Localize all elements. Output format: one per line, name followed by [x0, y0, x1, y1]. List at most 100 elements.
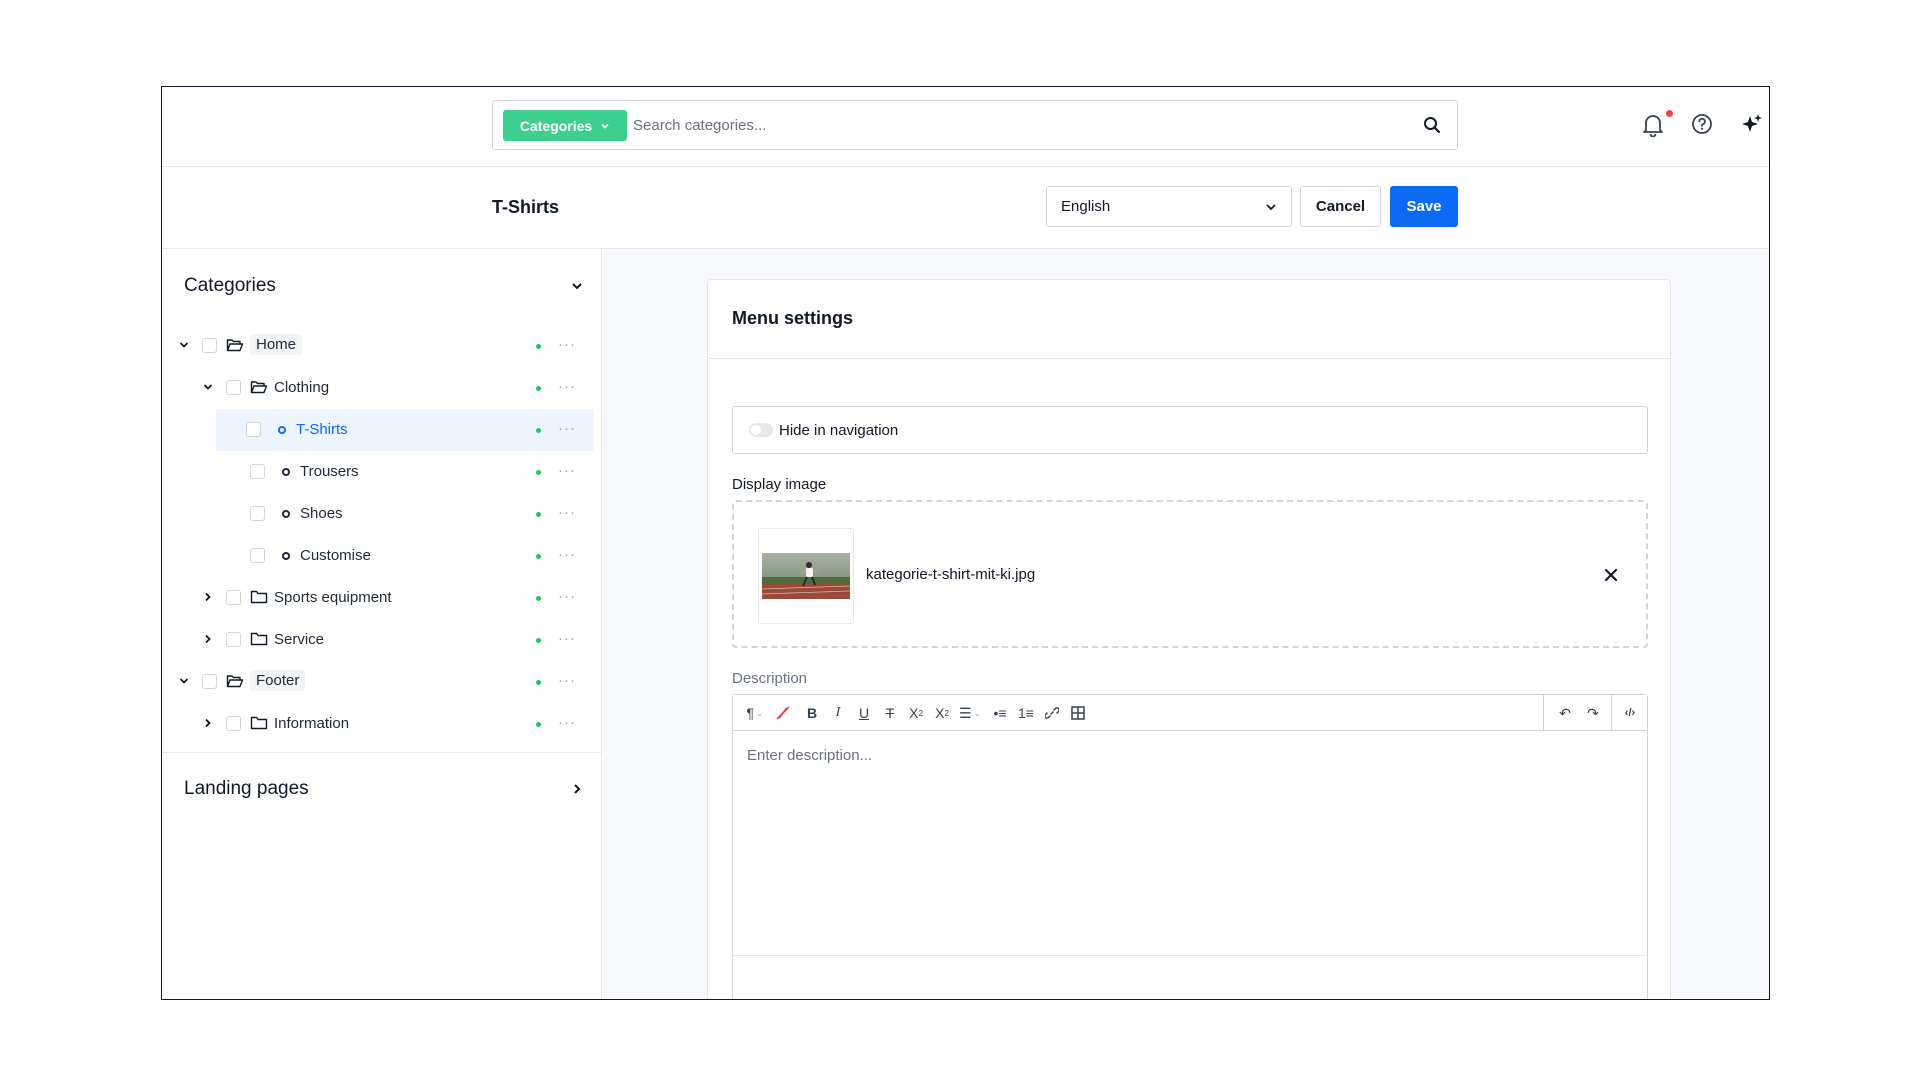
- help-icon[interactable]: [1691, 113, 1713, 135]
- categories-section-title: Categories: [184, 275, 276, 296]
- image-dropzone[interactable]: kategorie-t-shirt-mit-ki.jpg: [732, 500, 1648, 648]
- tree-checkbox[interactable]: [226, 716, 241, 731]
- tree-item-shoes[interactable]: Shoes ···: [166, 493, 598, 535]
- tree-item-information[interactable]: Information ···: [166, 703, 598, 745]
- page-header: T-Shirts English Cancel Save: [162, 167, 1769, 249]
- chevron-down-icon[interactable]: [178, 675, 190, 687]
- close-icon[interactable]: [1604, 568, 1618, 582]
- status-dot: [536, 680, 541, 685]
- category-filter-label: Categories: [519, 117, 593, 134]
- underline-icon[interactable]: U: [851, 695, 877, 731]
- tree-checkbox[interactable]: [226, 632, 241, 647]
- tree-item-t-shirts[interactable]: T-Shirts ···: [216, 409, 594, 451]
- leaf-bullet-icon: [282, 552, 290, 560]
- tree-item-home[interactable]: Home ···: [166, 325, 598, 367]
- chevron-right-icon[interactable]: [202, 591, 214, 603]
- undo-icon[interactable]: ↶: [1551, 695, 1579, 731]
- category-filter-button[interactable]: Categories: [503, 110, 627, 141]
- more-options-icon[interactable]: ···: [558, 672, 576, 689]
- categories-section-header[interactable]: Categories: [184, 275, 584, 297]
- more-options-icon[interactable]: ···: [558, 336, 576, 353]
- sidebar-divider: [162, 752, 602, 753]
- strikethrough-icon[interactable]: T: [877, 695, 903, 731]
- description-placeholder[interactable]: Enter description...: [747, 747, 872, 764]
- table-icon[interactable]: [1065, 695, 1091, 731]
- bell-icon[interactable]: [1642, 113, 1664, 137]
- more-options-icon[interactable]: ···: [558, 546, 576, 563]
- superscript-icon[interactable]: X2: [903, 695, 929, 731]
- tree-item-label: Information: [274, 715, 350, 732]
- more-options-icon[interactable]: ···: [558, 504, 576, 521]
- chevron-right-icon[interactable]: [570, 782, 584, 796]
- status-dot: [536, 470, 541, 475]
- tree-item-customise[interactable]: Customise ···: [166, 535, 598, 577]
- tree-item-label: T-Shirts: [296, 421, 348, 438]
- ai-sparkle-icon[interactable]: [1741, 113, 1763, 135]
- italic-icon[interactable]: I: [825, 695, 851, 731]
- status-dot: [536, 428, 541, 433]
- tree-item-clothing[interactable]: Clothing ···: [166, 367, 598, 409]
- card-title: Menu settings: [732, 308, 854, 328]
- search-input[interactable]: [633, 110, 1393, 141]
- tree-item-sports-equipment[interactable]: Sports equipment ···: [166, 577, 598, 619]
- folder-icon: [250, 590, 268, 604]
- hide-in-navigation-toggle[interactable]: [749, 423, 773, 437]
- tree-checkbox[interactable]: [226, 380, 241, 395]
- chevron-right-icon[interactable]: [202, 633, 214, 645]
- top-bar: Categories: [162, 87, 1769, 167]
- description-label: Description: [732, 670, 808, 687]
- landing-pages-section-header[interactable]: Landing pages: [184, 778, 584, 800]
- app-window: Categories T-Shirts English: [161, 86, 1770, 1000]
- hide-in-navigation-field[interactable]: Hide in navigation: [732, 406, 1648, 454]
- tree-item-footer[interactable]: Footer ···: [166, 661, 598, 703]
- more-options-icon[interactable]: ···: [558, 630, 576, 647]
- more-options-icon[interactable]: ···: [558, 378, 576, 395]
- tree-item-label: Footer: [250, 670, 306, 691]
- category-sidebar: Categories Home ··· Clothing ··· T-Shirt…: [162, 249, 602, 999]
- chevron-down-icon[interactable]: [178, 339, 190, 351]
- tree-checkbox[interactable]: [226, 590, 241, 605]
- bold-icon[interactable]: B: [799, 695, 825, 731]
- tree-checkbox[interactable]: [250, 548, 265, 563]
- more-options-icon[interactable]: ···: [558, 588, 576, 605]
- tree-checkbox[interactable]: [202, 338, 217, 353]
- tree-checkbox[interactable]: [250, 506, 265, 521]
- paragraph-format-icon[interactable]: ¶ ⌄: [741, 695, 769, 731]
- cancel-button[interactable]: Cancel: [1300, 186, 1381, 227]
- tree-item-trousers[interactable]: Trousers ···: [166, 451, 598, 493]
- language-select[interactable]: English: [1046, 186, 1292, 227]
- code-view-icon[interactable]: ‹/›: [1613, 695, 1647, 731]
- tree-item-label: Trousers: [300, 463, 359, 480]
- more-options-icon[interactable]: ···: [558, 462, 576, 479]
- chevron-right-icon[interactable]: [202, 717, 214, 729]
- unordered-list-icon[interactable]: •≡: [987, 695, 1013, 731]
- save-button[interactable]: Save: [1390, 186, 1458, 227]
- search-icon[interactable]: [1423, 116, 1441, 134]
- tree-item-label: Customise: [300, 547, 371, 564]
- clear-format-icon[interactable]: [771, 695, 795, 731]
- redo-icon[interactable]: ↷: [1579, 695, 1607, 731]
- editor-footer-divider: [733, 955, 1647, 956]
- tree-checkbox[interactable]: [250, 464, 265, 479]
- landing-pages-title: Landing pages: [184, 778, 309, 799]
- folder-open-icon: [250, 381, 268, 394]
- more-options-icon[interactable]: ···: [558, 420, 576, 437]
- folder-icon: [250, 632, 268, 646]
- more-options-icon[interactable]: ···: [558, 714, 576, 731]
- tree-item-service[interactable]: Service ···: [166, 619, 598, 661]
- editor-toolbar: ¶ ⌄ B I U T X2 X2 ☰ ⌄ •≡ 1≡ ↶ ↷ ‹/›: [733, 695, 1647, 731]
- subscript-icon[interactable]: X2: [929, 695, 955, 731]
- language-value: English: [1061, 198, 1111, 215]
- chevron-down-icon[interactable]: [570, 279, 584, 293]
- tree-checkbox[interactable]: [246, 422, 261, 437]
- tree-checkbox[interactable]: [202, 674, 217, 689]
- image-thumbnail: [758, 528, 854, 624]
- toolbar-separator: [1543, 695, 1544, 731]
- ordered-list-icon[interactable]: 1≡: [1013, 695, 1039, 731]
- chevron-down-icon[interactable]: [202, 381, 214, 393]
- link-icon[interactable]: [1039, 695, 1065, 731]
- description-editor: ¶ ⌄ B I U T X2 X2 ☰ ⌄ •≡ 1≡ ↶ ↷ ‹/› Ente…: [732, 694, 1648, 999]
- align-icon[interactable]: ☰ ⌄: [955, 695, 985, 731]
- search-bar: Categories: [492, 100, 1458, 150]
- status-dot: [536, 512, 541, 517]
